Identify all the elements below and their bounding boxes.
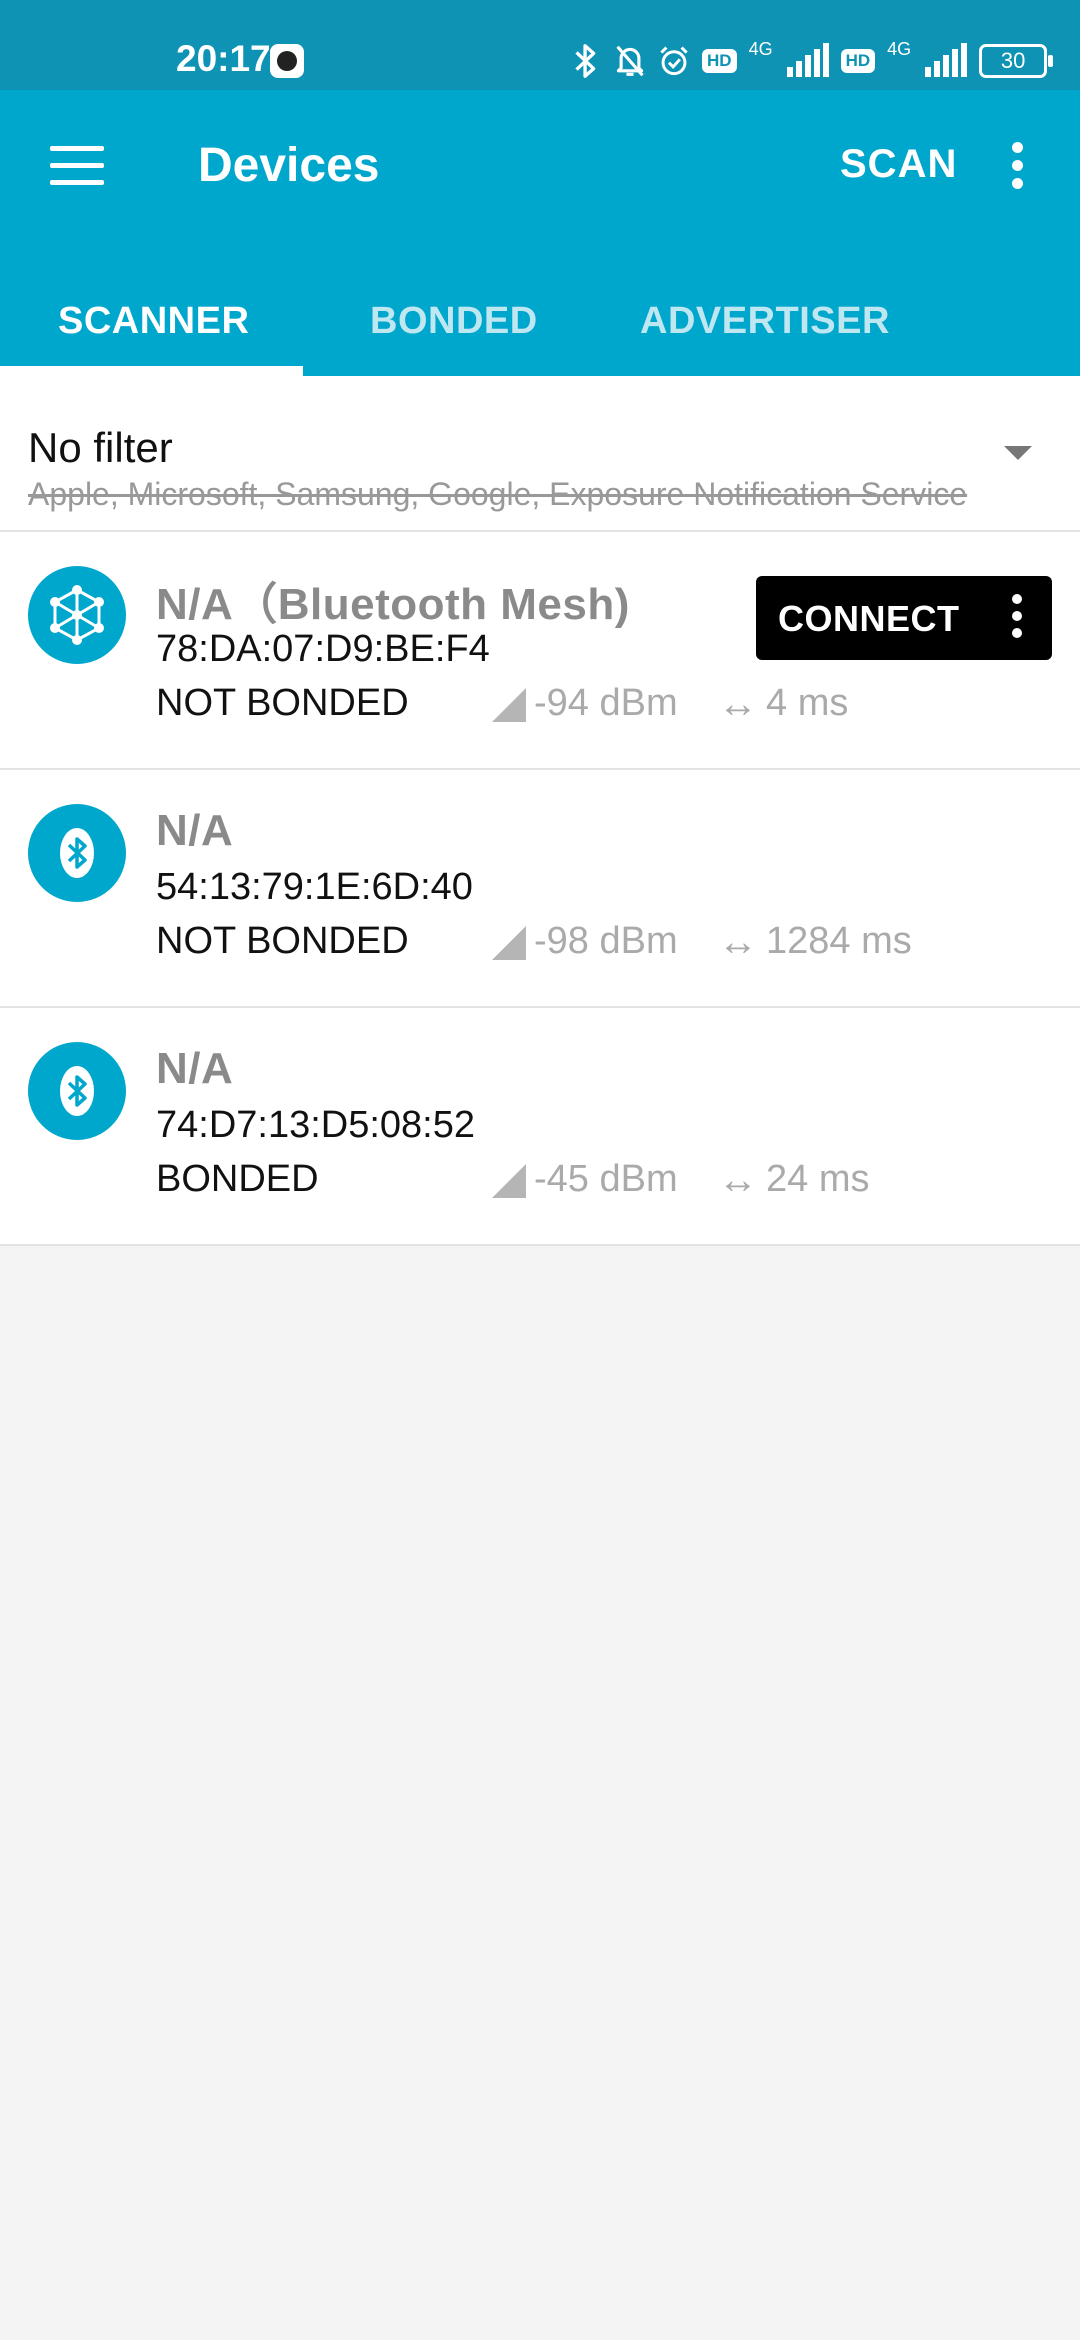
scan-button[interactable]: SCAN xyxy=(840,142,957,187)
tab-scanner[interactable]: SCANNER xyxy=(58,300,249,343)
hamburger-menu-icon[interactable] xyxy=(50,146,104,186)
advertising-interval: 4 ms xyxy=(766,682,849,724)
device-address: 54:13:79:1E:6D:40 xyxy=(156,866,473,908)
tab-indicator xyxy=(0,366,303,376)
device-name: N/A xyxy=(156,806,234,855)
filter-excluded-list: Apple, Microsoft, Samsung, Google, Expos… xyxy=(28,476,968,512)
tab-bonded[interactable]: BONDED xyxy=(370,300,538,343)
interval-icon: ↔ xyxy=(718,920,758,964)
app-bar: Devices SCAN SCANNER BONDED ADVERTISER xyxy=(0,90,1080,376)
connect-label: CONNECT xyxy=(778,598,960,639)
mesh-icon xyxy=(28,566,126,664)
advertising-interval: 24 ms xyxy=(766,1158,870,1200)
tab-bar: SCANNER BONDED ADVERTISER xyxy=(0,280,1080,376)
device-name: N/A xyxy=(156,1044,234,1093)
device-options-icon[interactable] xyxy=(1012,594,1024,645)
signal-icon xyxy=(925,43,968,77)
bond-state: BONDED xyxy=(156,1158,319,1200)
signal-strength-icon xyxy=(492,688,526,722)
bluetooth-icon xyxy=(28,1042,126,1140)
device-list-item[interactable]: N/A（Bluetooth Mesh) 78:DA:07:D9:BE:F4 NO… xyxy=(0,532,1080,770)
device-list-item[interactable]: N/A 74:D7:13:D5:08:52 BONDED -45 dBm ↔ 2… xyxy=(0,1008,1080,1246)
connect-button[interactable]: CONNECT xyxy=(756,576,1052,660)
dropdown-arrow-icon xyxy=(1004,446,1032,460)
filter-label: No filter xyxy=(28,424,173,471)
hd-badge: HD xyxy=(702,49,737,73)
interval-icon: ↔ xyxy=(718,1158,758,1202)
bluetooth-icon xyxy=(575,44,596,78)
signal-icon xyxy=(786,43,829,77)
bond-state: NOT BONDED xyxy=(156,682,409,724)
status-bar: 20:17 HD 4G HD 4G 30 xyxy=(0,0,1080,90)
screen-record-icon xyxy=(270,44,304,78)
device-address: 74:D7:13:D5:08:52 xyxy=(156,1104,476,1146)
overflow-menu-icon[interactable] xyxy=(1010,142,1024,192)
mute-icon xyxy=(616,45,644,77)
alarm-icon xyxy=(660,46,688,76)
network-type-label: 4G xyxy=(748,38,773,59)
battery-icon: 30 xyxy=(979,44,1054,78)
status-icons: HD 4G HD 4G 30 xyxy=(570,36,1054,86)
battery-level: 30 xyxy=(1000,48,1026,73)
rssi-value: -94 dBm xyxy=(534,682,678,724)
advertising-interval: 1284 ms xyxy=(766,920,912,962)
hd-badge: HD xyxy=(840,49,876,73)
device-list-item[interactable]: N/A 54:13:79:1E:6D:40 NOT BONDED -98 dBm… xyxy=(0,770,1080,1008)
network-type-label: 4G xyxy=(887,38,912,59)
page-title: Devices xyxy=(198,139,380,192)
rssi-value: -45 dBm xyxy=(534,1158,678,1200)
signal-strength-icon xyxy=(492,1164,526,1198)
device-address: 78:DA:07:D9:BE:F4 xyxy=(156,628,490,670)
filter-dropdown[interactable]: No filter Apple, Microsoft, Samsung, Goo… xyxy=(0,376,1080,532)
device-name: N/A（Bluetooth Mesh) xyxy=(156,580,630,629)
bluetooth-icon xyxy=(28,804,126,902)
signal-strength-icon xyxy=(492,926,526,960)
interval-icon: ↔ xyxy=(718,682,758,726)
tab-advertiser[interactable]: ADVERTISER xyxy=(640,300,890,343)
bond-state: NOT BONDED xyxy=(156,920,409,962)
status-time: 20:17 xyxy=(176,38,271,79)
rssi-value: -98 dBm xyxy=(534,920,678,962)
